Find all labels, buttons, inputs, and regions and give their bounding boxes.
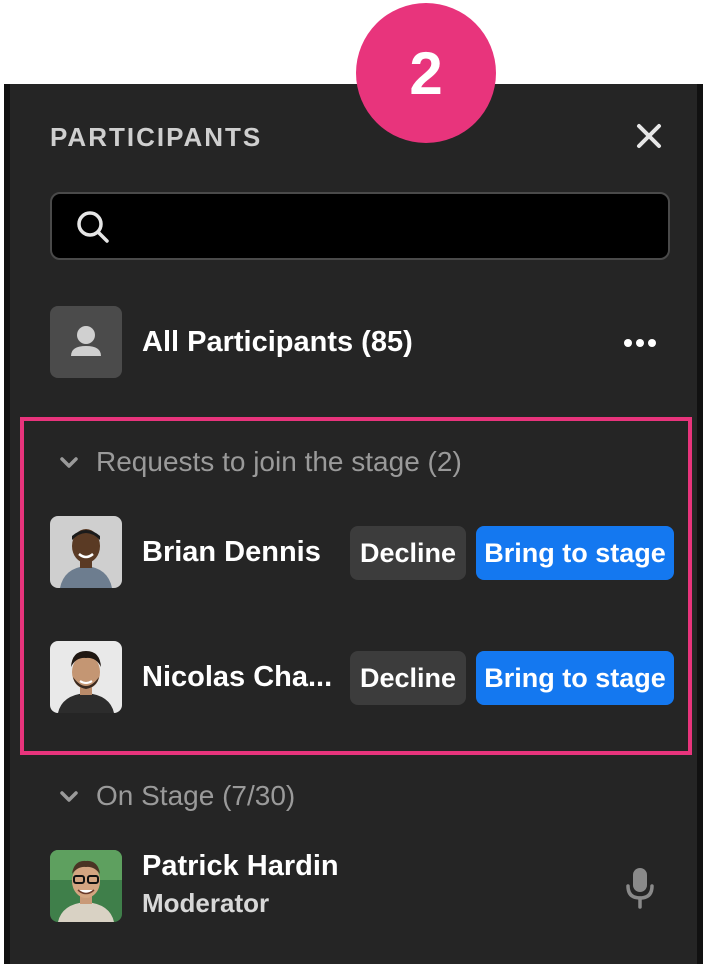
participants-panel: PARTICIPANTS All Participants (85) Reque… (4, 84, 703, 964)
participant-name: Nicolas Cha... (142, 661, 333, 693)
on-stage-section-label: On Stage (7/30) (96, 780, 296, 811)
step-number-badge: 2 (356, 3, 496, 143)
participant-role: Moderator (142, 888, 270, 918)
avatar (50, 641, 122, 713)
microphone-icon[interactable] (624, 866, 656, 910)
requests-section-header[interactable]: Requests to join the stage (2) (58, 446, 462, 478)
panel-title: PARTICIPANTS (50, 122, 263, 152)
search-input[interactable] (128, 202, 652, 252)
decline-button[interactable]: Decline (350, 651, 466, 705)
chevron-down-icon (60, 791, 78, 802)
requests-section-label: Requests to join the stage (2) (96, 446, 462, 477)
avatar (50, 850, 122, 922)
request-row: Brian Dennis Decline Bring to stage (50, 516, 680, 590)
person-icon (50, 306, 122, 378)
all-participants-row[interactable]: All Participants (85) (50, 306, 670, 380)
chevron-down-icon (60, 457, 78, 468)
close-icon[interactable] (633, 120, 665, 152)
bring-to-stage-button[interactable]: Bring to stage (476, 651, 674, 705)
search-icon (77, 211, 109, 243)
request-row: Nicolas Cha... Decline Bring to stage (50, 641, 680, 715)
on-stage-section-header[interactable]: On Stage (7/30) (58, 780, 295, 812)
avatar (50, 516, 122, 588)
participant-name: Brian Dennis (142, 536, 321, 568)
search-box[interactable] (50, 192, 670, 260)
on-stage-row: Patrick Hardin Moderator (50, 850, 680, 924)
all-participants-label: All Participants (85) (142, 326, 413, 358)
bring-to-stage-button[interactable]: Bring to stage (476, 526, 674, 580)
decline-button[interactable]: Decline (350, 526, 466, 580)
more-options-icon[interactable] (620, 328, 660, 358)
participant-name: Patrick Hardin (142, 850, 339, 882)
